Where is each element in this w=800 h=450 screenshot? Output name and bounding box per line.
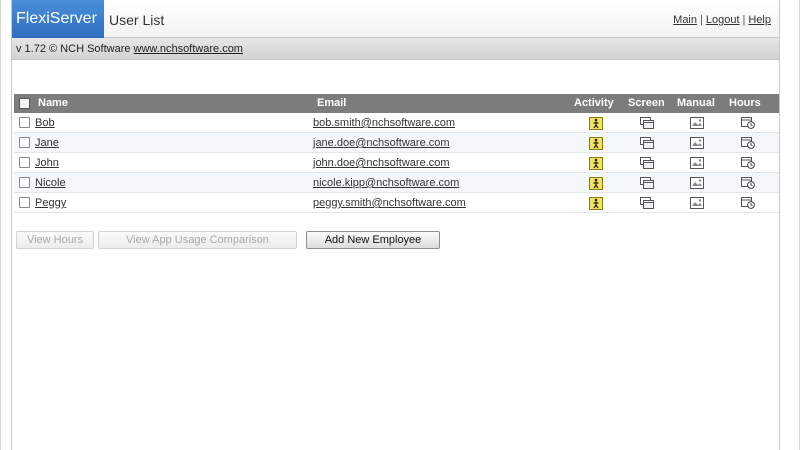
screen-windows-icon[interactable]: [640, 117, 654, 129]
app-header: FlexiServer User List Main | Logout | Help: [12, 0, 779, 38]
brand-logo: FlexiServer: [12, 0, 104, 38]
window-frame: FlexiServer User List Main | Logout | Help v…: [0, 0, 800, 450]
user-name-link[interactable]: Jane: [35, 133, 59, 153]
manual-picture-icon[interactable]: [690, 177, 704, 189]
hours-clock-icon[interactable]: [741, 197, 755, 209]
user-email-link[interactable]: peggy.smith@nchsoftware.com: [313, 193, 466, 213]
view-hours-button[interactable]: View Hours: [16, 231, 94, 249]
hours-clock-icon[interactable]: [741, 137, 755, 149]
activity-person-icon[interactable]: [589, 177, 603, 190]
version-bar: v 1.72 © NCH Software www.nchsoftware.co…: [12, 38, 779, 60]
manual-picture-icon[interactable]: [690, 197, 704, 209]
user-email-link[interactable]: jane.doe@nchsoftware.com: [313, 133, 450, 153]
table-row: Nicole nicole.kipp@nchsoftware.com: [14, 173, 779, 193]
help-link[interactable]: Help: [748, 14, 771, 26]
activity-person-icon[interactable]: [589, 197, 603, 210]
header-screen: Screen: [628, 97, 665, 109]
screen-windows-icon[interactable]: [640, 177, 654, 189]
hours-clock-icon[interactable]: [741, 117, 755, 129]
manual-picture-icon[interactable]: [690, 137, 704, 149]
header-manual: Manual: [677, 97, 715, 109]
user-name-link[interactable]: Peggy: [35, 193, 66, 213]
row-checkbox[interactable]: [19, 137, 30, 148]
nch-website-link[interactable]: www.nchsoftware.com: [134, 43, 243, 55]
screen-windows-icon[interactable]: [640, 197, 654, 209]
top-links: Main | Logout | Help: [673, 0, 771, 40]
activity-person-icon[interactable]: [589, 157, 603, 170]
header-activity: Activity: [574, 97, 614, 109]
activity-person-icon[interactable]: [589, 117, 603, 130]
screen-windows-icon[interactable]: [640, 137, 654, 149]
header-email: Email: [317, 97, 347, 109]
user-name-link[interactable]: John: [35, 153, 59, 173]
user-email-link[interactable]: nicole.kipp@nchsoftware.com: [313, 173, 459, 193]
page-content: FlexiServer User List Main | Logout | Help v…: [11, 0, 780, 450]
view-app-usage-button[interactable]: View App Usage Comparison: [98, 231, 297, 249]
logout-link[interactable]: Logout: [706, 14, 740, 26]
row-checkbox[interactable]: [19, 197, 30, 208]
link-separator: |: [742, 14, 746, 26]
table-row: Bob bob.smith@nchsoftware.com: [14, 113, 779, 133]
activity-person-icon[interactable]: [589, 137, 603, 150]
table-row: Peggy peggy.smith@nchsoftware.com: [14, 193, 779, 213]
user-name-link[interactable]: Nicole: [35, 173, 66, 193]
table-row: John john.doe@nchsoftware.com: [14, 153, 779, 173]
table-row: Jane jane.doe@nchsoftware.com: [14, 133, 779, 153]
main-link[interactable]: Main: [673, 14, 697, 26]
page-title: User List: [109, 12, 165, 28]
version-text: v 1.72 © NCH Software: [16, 43, 134, 55]
add-new-employee-button[interactable]: Add New Employee: [306, 231, 440, 249]
header-name: Name: [38, 97, 68, 109]
row-checkbox[interactable]: [19, 177, 30, 188]
screen-windows-icon[interactable]: [640, 157, 654, 169]
select-all-checkbox[interactable]: [19, 98, 30, 109]
hours-clock-icon[interactable]: [741, 177, 755, 189]
user-name-link[interactable]: Bob: [35, 113, 55, 133]
manual-picture-icon[interactable]: [690, 117, 704, 129]
row-checkbox[interactable]: [19, 157, 30, 168]
table-header: Name Email Activity Screen Manual Hours: [14, 94, 779, 113]
link-separator: |: [700, 14, 703, 26]
user-table: Name Email Activity Screen Manual Hours …: [14, 94, 779, 213]
row-checkbox[interactable]: [19, 117, 30, 128]
header-hours: Hours: [729, 97, 761, 109]
hours-clock-icon[interactable]: [741, 157, 755, 169]
manual-picture-icon[interactable]: [690, 157, 704, 169]
user-email-link[interactable]: bob.smith@nchsoftware.com: [313, 113, 455, 133]
user-email-link[interactable]: john.doe@nchsoftware.com: [313, 153, 450, 173]
